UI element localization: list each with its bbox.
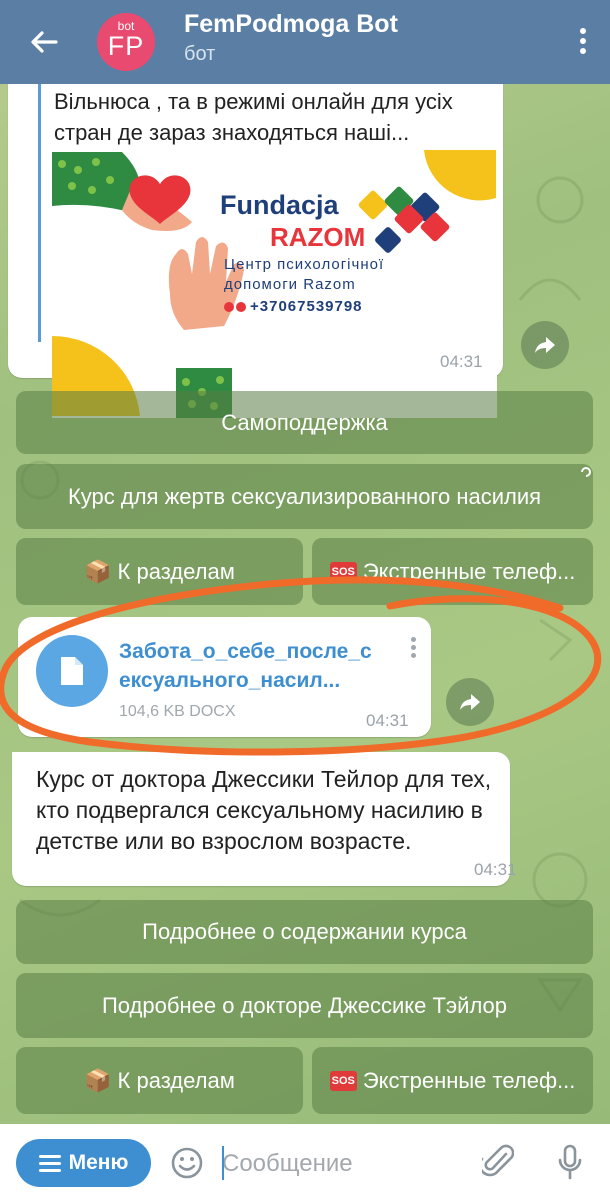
bot-menu-label: Меню bbox=[68, 1151, 129, 1174]
file-message[interactable]: Забота_о_себе_после_с ексуального_насил.… bbox=[18, 617, 431, 737]
course-details-button[interactable]: Подробнее о содержании курса bbox=[16, 900, 593, 964]
promo-phone: +37067539798 bbox=[250, 298, 363, 315]
message-input[interactable] bbox=[222, 1146, 462, 1182]
preview-text: Вільнюса , та в режимі онлайн для усіх с… bbox=[54, 89, 453, 145]
bot-avatar[interactable]: bot FP bbox=[97, 13, 155, 71]
forward-icon bbox=[535, 337, 555, 353]
chat-header: bot FP FemPodmoga Bot бот bbox=[0, 0, 610, 84]
text-caret bbox=[222, 1146, 224, 1180]
to-sections-label-2: К разделам bbox=[117, 1067, 235, 1093]
bot-menu-button[interactable]: Меню bbox=[16, 1139, 151, 1187]
message-time: 04:31 bbox=[440, 352, 483, 371]
file-name-line1: Забота_о_себе_после_с bbox=[119, 640, 372, 663]
to-sections-button[interactable]: 📦 К разделам bbox=[16, 538, 303, 605]
promo-phone-row: +37067539798 bbox=[224, 298, 363, 315]
file-message-time: 04:31 bbox=[366, 711, 409, 730]
chat-title: FemPodmoga Bot bbox=[184, 10, 398, 38]
doctor-details-label: Подробнее о докторе Джессике Тэйлор bbox=[101, 992, 507, 1018]
box-emoji-icon: 📦 bbox=[84, 1067, 112, 1093]
loading-spinner-icon bbox=[581, 467, 591, 477]
emergency-phones-button[interactable]: SOS Экстренные телеф... bbox=[312, 538, 593, 605]
self-support-button[interactable]: Самоподдержка bbox=[16, 391, 593, 454]
message-input-bar: Меню bbox=[0, 1124, 610, 1200]
course-victims-label: Курс для жертв сексуализированного насил… bbox=[67, 483, 542, 509]
doctor-details-button[interactable]: Подробнее о докторе Джессике Тэйлор bbox=[16, 973, 593, 1038]
back-button[interactable] bbox=[0, 0, 88, 84]
chat-title-block[interactable]: FemPodmoga Bot бот bbox=[184, 10, 398, 66]
promo-image[interactable]: Fundacja RAZOM Центр психологічної допом… bbox=[52, 146, 497, 418]
course-message-text: Курс от доктора Джессики Тейлор для тех,… bbox=[36, 766, 492, 854]
back-arrow-icon bbox=[31, 31, 58, 53]
to-sections-label: К разделам bbox=[117, 558, 235, 584]
course-message-time: 04:31 bbox=[474, 860, 517, 879]
viber-icon bbox=[224, 301, 234, 312]
file-name-line2: ексуального_насил... bbox=[119, 669, 341, 692]
promo-org-line2: RAZOM bbox=[270, 222, 366, 252]
course-details-label: Подробнее о содержании курса bbox=[142, 919, 467, 944]
promo-org-line1: Fundacja bbox=[220, 190, 339, 220]
menu-lines-icon bbox=[38, 1151, 61, 1176]
promo-desc-line2: допомоги Razom bbox=[224, 276, 356, 293]
box-emoji-icon: 📦 bbox=[84, 558, 112, 584]
file-options-icon[interactable] bbox=[411, 637, 419, 661]
to-sections-button-2[interactable]: 📦 К разделам bbox=[16, 1047, 303, 1114]
file-forward-button[interactable] bbox=[446, 678, 494, 726]
file-name[interactable]: Забота_о_себе_после_с ексуального_насил.… bbox=[119, 637, 399, 695]
sos-emoji-icon: SOS bbox=[329, 1070, 357, 1091]
preview-quote-bar bbox=[38, 72, 41, 342]
chat-subtitle: бот bbox=[184, 43, 216, 65]
telegram-icon bbox=[236, 301, 246, 312]
emergency-phones-button-2[interactable]: SOS Экстренные телеф... bbox=[312, 1047, 593, 1114]
course-message[interactable]: Курс от доктора Джессики Тейлор для тех,… bbox=[12, 752, 517, 886]
avatar-initials: FP bbox=[107, 31, 145, 61]
document-icon[interactable] bbox=[36, 635, 108, 707]
emoji-icon[interactable] bbox=[168, 1144, 206, 1182]
file-size: 104,6 KB DOCX bbox=[119, 703, 236, 720]
promo-desc-line1: Центр психологічної bbox=[224, 256, 385, 273]
kebab-menu-icon[interactable] bbox=[578, 28, 588, 56]
attach-icon[interactable] bbox=[478, 1142, 518, 1182]
link-preview-message[interactable]: Вільнюса , та в режимі онлайн для усіх с… bbox=[8, 72, 503, 418]
forward-button[interactable] bbox=[521, 321, 569, 369]
course-victims-button[interactable]: Курс для жертв сексуализированного насил… bbox=[16, 464, 593, 529]
forward-icon bbox=[460, 694, 480, 710]
emergency-phones-label: Экстренные телеф... bbox=[362, 558, 576, 584]
microphone-icon[interactable] bbox=[550, 1142, 590, 1182]
sos-emoji-icon: SOS bbox=[329, 561, 357, 582]
emergency-phones-label-2: Экстренные телеф... bbox=[362, 1067, 576, 1093]
self-support-label: Самоподдержка bbox=[221, 409, 388, 435]
